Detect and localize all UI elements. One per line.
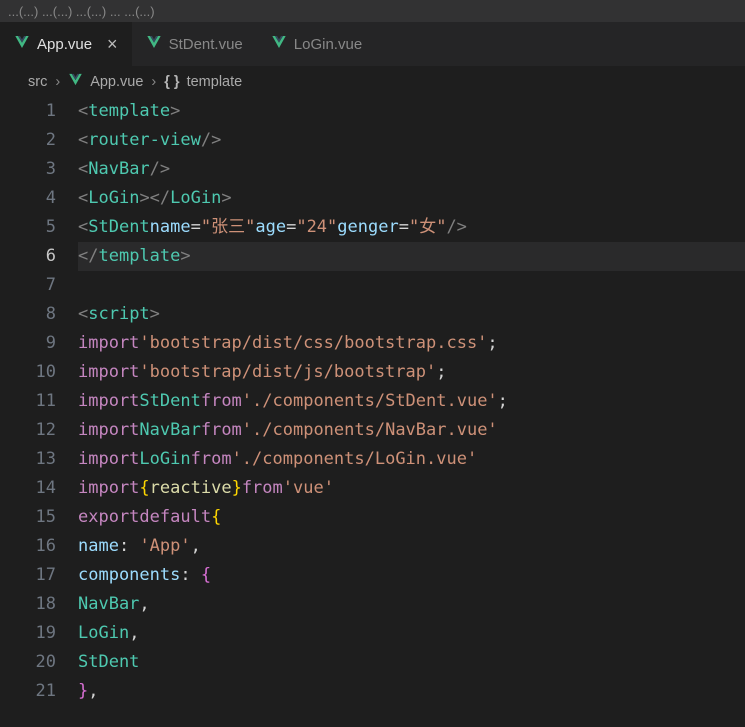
code-line[interactable]: import LoGin from './components/LoGin.vu…: [78, 445, 745, 474]
code-line[interactable]: },: [78, 677, 745, 706]
breadcrumb-folder[interactable]: src: [28, 74, 47, 90]
line-number: 14: [0, 474, 56, 503]
vue-icon: [146, 34, 162, 54]
line-gutter: 123456789101112131415161718192021: [0, 97, 78, 706]
code-line[interactable]: <StDent name="张三" age="24" genger="女" />: [78, 213, 745, 242]
line-number: 13: [0, 445, 56, 474]
code-line[interactable]: import { reactive } from 'vue': [78, 474, 745, 503]
line-number: 7: [0, 271, 56, 300]
tab-label: App.vue: [37, 36, 92, 53]
line-number: 10: [0, 358, 56, 387]
line-number: 3: [0, 155, 56, 184]
code-line[interactable]: name: 'App',: [78, 532, 745, 561]
tab-label: LoGin.vue: [294, 36, 362, 53]
line-number: 5: [0, 213, 56, 242]
line-number: 8: [0, 300, 56, 329]
tab-app-vue[interactable]: App.vue ×: [0, 22, 132, 66]
code-line[interactable]: [78, 271, 745, 300]
braces-icon: { }: [164, 74, 179, 90]
close-icon[interactable]: ×: [107, 34, 118, 55]
line-number: 16: [0, 532, 56, 561]
code-line[interactable]: import 'bootstrap/dist/js/bootstrap';: [78, 358, 745, 387]
editor[interactable]: 123456789101112131415161718192021 <templ…: [0, 97, 745, 706]
code-line[interactable]: import NavBar from './components/NavBar.…: [78, 416, 745, 445]
breadcrumb-file[interactable]: App.vue: [90, 74, 143, 90]
breadcrumb[interactable]: src › App.vue › { } template: [0, 66, 745, 97]
breadcrumb-symbol[interactable]: template: [187, 74, 243, 90]
code-line[interactable]: import StDent from './components/StDent.…: [78, 387, 745, 416]
code-line[interactable]: export default {: [78, 503, 745, 532]
tab-login-vue[interactable]: LoGin.vue: [257, 22, 376, 66]
vue-icon: [271, 34, 287, 54]
code-line[interactable]: NavBar,: [78, 590, 745, 619]
code-line[interactable]: StDent: [78, 648, 745, 677]
vue-icon: [14, 34, 30, 54]
line-number: 21: [0, 677, 56, 706]
code-line[interactable]: <NavBar />: [78, 155, 745, 184]
code-line[interactable]: import 'bootstrap/dist/css/bootstrap.css…: [78, 329, 745, 358]
line-number: 17: [0, 561, 56, 590]
line-number: 20: [0, 648, 56, 677]
line-number: 9: [0, 329, 56, 358]
line-number: 1: [0, 97, 56, 126]
code-area[interactable]: <template> <router-view /> <NavBar /> <L…: [78, 97, 745, 706]
code-line[interactable]: components: {: [78, 561, 745, 590]
code-line[interactable]: </template>: [78, 242, 745, 271]
chevron-right-icon: ›: [55, 74, 60, 90]
tab-label: StDent.vue: [169, 36, 243, 53]
menu-bar[interactable]: ...(...) ...(...) ...(...) ... ...(...): [0, 0, 745, 22]
line-number: 6: [0, 242, 56, 271]
code-line[interactable]: <template>: [78, 97, 745, 126]
line-number: 15: [0, 503, 56, 532]
line-number: 12: [0, 416, 56, 445]
code-line[interactable]: <router-view />: [78, 126, 745, 155]
chevron-right-icon: ›: [151, 74, 156, 90]
line-number: 4: [0, 184, 56, 213]
code-line[interactable]: <script>: [78, 300, 745, 329]
line-number: 11: [0, 387, 56, 416]
vue-icon: [68, 72, 86, 91]
line-number: 2: [0, 126, 56, 155]
line-number: 19: [0, 619, 56, 648]
tab-stdent-vue[interactable]: StDent.vue: [132, 22, 257, 66]
tab-bar: App.vue × StDent.vue LoGin.vue: [0, 22, 745, 66]
code-line[interactable]: <LoGin></LoGin>: [78, 184, 745, 213]
line-number: 18: [0, 590, 56, 619]
code-line[interactable]: LoGin,: [78, 619, 745, 648]
